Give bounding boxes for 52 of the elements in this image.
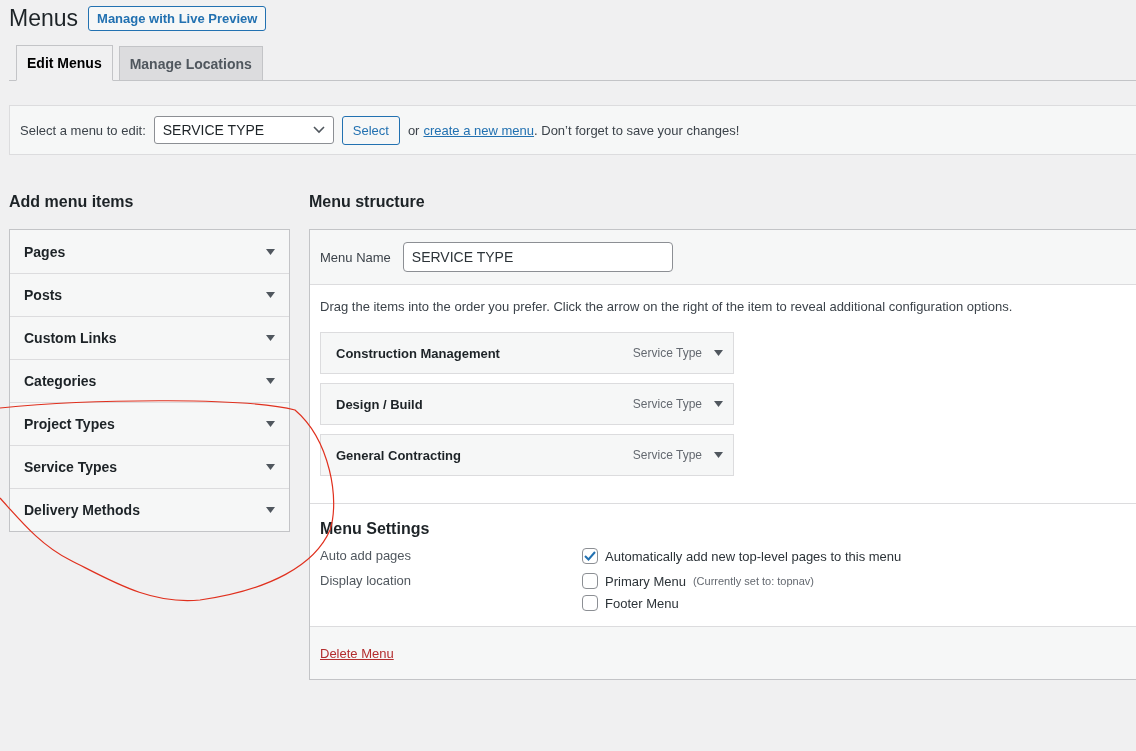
checkbox[interactable] — [582, 595, 598, 611]
dropdown-arrow-icon — [266, 421, 275, 427]
option-label: Automatically add new top-level pages to this menu — [605, 548, 902, 564]
chevron-down-icon — [312, 126, 325, 134]
menu-name-label: Menu Name — [320, 249, 391, 265]
select-button[interactable]: Select — [341, 115, 400, 145]
menu-select[interactable]: SERVICE TYPE — [153, 116, 334, 144]
bar-text: or — [407, 122, 420, 138]
checkbox[interactable] — [582, 573, 598, 589]
accordion-section[interactable]: Custom Links — [10, 316, 289, 359]
menu-item-title: Construction Management — [336, 345, 501, 361]
menu-item-type: Service Type — [632, 346, 702, 360]
accordion-section[interactable]: Service Types — [10, 445, 289, 488]
dropdown-arrow-icon — [714, 350, 723, 356]
select-label: Select a menu to edit: — [20, 122, 146, 138]
menu-item[interactable]: General Contracting Service Type — [320, 434, 734, 476]
checkbox[interactable] — [582, 548, 598, 564]
accordion-section[interactable]: Delivery Methods — [10, 488, 289, 531]
save-reminder-text: . Don’t forget to save your changes! — [534, 122, 740, 138]
menu-item-type: Service Type — [632, 397, 702, 411]
dropdown-arrow-icon — [714, 401, 723, 407]
menu-name-field[interactable]: SERVICE TYPE — [402, 242, 673, 272]
tab[interactable]: Edit Menus — [16, 45, 113, 81]
page-title: Menus — [9, 4, 79, 32]
tab[interactable]: Manage Locations — [118, 46, 263, 81]
accordion-section[interactable]: Categories — [10, 359, 289, 402]
option-label: Footer Menu — [605, 595, 679, 611]
dropdown-arrow-icon — [266, 464, 275, 470]
option-note: (Currently set to: topnav) — [692, 575, 814, 587]
dropdown-arrow-icon — [714, 452, 723, 458]
setting-label: Display location — [320, 573, 413, 590]
dropdown-arrow-icon — [266, 292, 275, 298]
create-menu-link[interactable]: create a new menu — [423, 122, 535, 138]
dropdown-arrow-icon — [266, 335, 275, 341]
menu-item[interactable]: Design / Build Service Type — [320, 383, 734, 425]
accordion-section[interactable]: Pages — [10, 230, 289, 273]
setting-label: Auto add pages — [320, 548, 413, 564]
live-preview-button[interactable]: Manage with Live Preview — [88, 5, 267, 31]
menu-item-type: Service Type — [632, 448, 702, 462]
dropdown-arrow-icon — [266, 507, 275, 513]
section-title: Add menu items — [9, 193, 135, 212]
menu-item-title: General Contracting — [336, 447, 462, 463]
accordion-section[interactable]: Project Types — [10, 402, 289, 445]
accordion-section[interactable]: Posts — [10, 273, 289, 316]
menu-item-title: Design / Build — [336, 396, 424, 412]
section-title: Menu structure — [309, 193, 426, 212]
delete-menu-link[interactable]: Delete Menu — [320, 645, 394, 661]
menu-item[interactable]: Construction Management Service Type — [320, 332, 734, 374]
dropdown-arrow-icon — [266, 378, 275, 384]
instructions-text: Drag the items into the order you prefer. Click the arrow on the right of the item to reveal additional configuration options. — [320, 299, 1013, 314]
dropdown-arrow-icon — [266, 248, 275, 255]
option-label: Primary Menu — [605, 573, 686, 589]
